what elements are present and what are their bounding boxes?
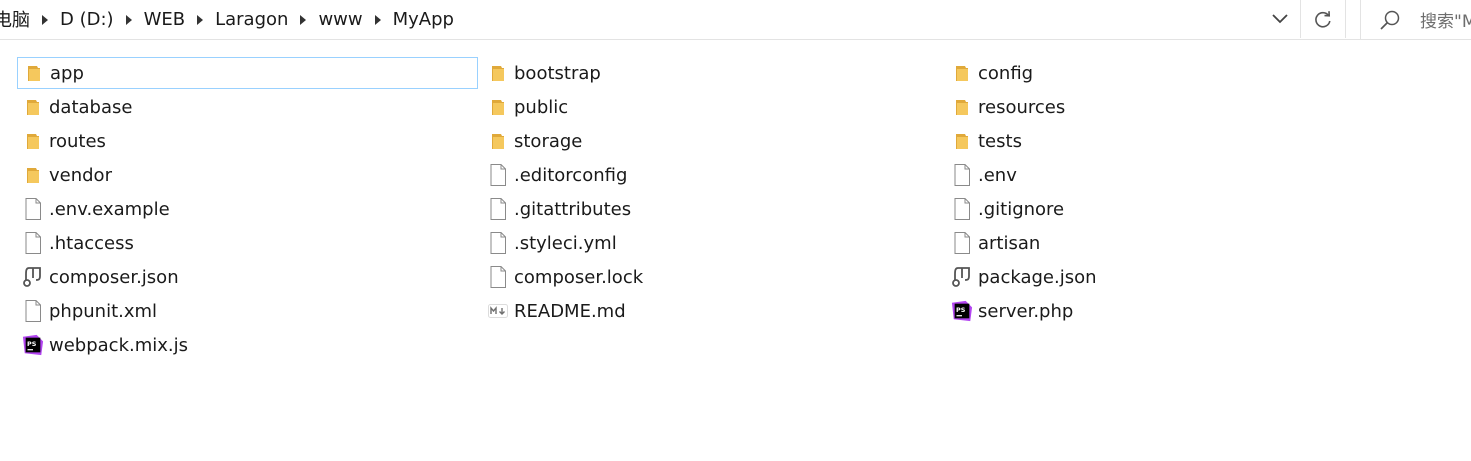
file-name: README.md (514, 300, 626, 322)
file-name: tests (978, 130, 1022, 152)
folder-icon (951, 130, 973, 152)
file-item[interactable]: composer.json (17, 261, 457, 293)
file-item[interactable]: .styleci.yml (482, 227, 922, 259)
folder-icon (22, 164, 44, 186)
file-name: .styleci.yml (514, 232, 617, 254)
refresh-button[interactable] (1300, 0, 1346, 38)
search-box[interactable]: 搜索"M (1360, 0, 1471, 39)
file-name: public (514, 96, 569, 118)
file-item[interactable]: routes (17, 125, 457, 157)
blank-file-icon (487, 266, 509, 288)
breadcrumb-item-web[interactable]: WEB (144, 9, 186, 30)
phpstorm-file-icon: PS (22, 334, 44, 356)
file-name: webpack.mix.js (49, 334, 189, 356)
file-item[interactable]: .env (946, 159, 1386, 191)
file-item[interactable]: resources (946, 91, 1386, 123)
blank-file-icon (487, 232, 509, 254)
file-item[interactable]: .editorconfig (482, 159, 922, 191)
folder-icon (951, 62, 973, 84)
blank-file-icon (487, 198, 509, 220)
folder-icon (22, 130, 44, 152)
blank-file-icon (22, 198, 44, 220)
file-name: phpunit.xml (49, 300, 158, 322)
file-name: composer.lock (514, 266, 644, 288)
file-item[interactable]: vendor (17, 159, 457, 191)
file-name: .env (978, 164, 1017, 186)
file-name: resources (978, 96, 1066, 118)
folder-icon (487, 96, 509, 118)
chevron-right-icon[interactable] (363, 9, 393, 30)
file-name: artisan (978, 232, 1041, 254)
file-item[interactable]: database (17, 91, 457, 123)
address-history-dropdown[interactable] (1260, 0, 1300, 38)
json-file-icon (22, 266, 44, 288)
file-item[interactable]: storage (482, 125, 922, 157)
breadcrumb-item-d-drive[interactable]: D (D:) (60, 9, 114, 30)
refresh-icon (1315, 11, 1331, 28)
chevron-down-icon (1272, 14, 1288, 24)
file-name: vendor (49, 164, 112, 186)
breadcrumb-item-www[interactable]: www (318, 9, 362, 30)
file-name: .env.example (49, 198, 170, 220)
file-item[interactable]: .htaccess (17, 227, 457, 259)
blank-file-icon (951, 164, 973, 186)
blank-file-icon (22, 300, 44, 322)
breadcrumb: 电脑 D (D:) WEB Laragon www MyApp (0, 0, 1298, 38)
file-name: .gitignore (978, 198, 1065, 220)
file-name: config (978, 62, 1034, 84)
file-item[interactable]: config (946, 57, 1386, 89)
file-item[interactable]: PS server.php (946, 295, 1386, 327)
file-name: .editorconfig (514, 164, 628, 186)
svg-text:PS: PS (27, 340, 37, 348)
json-file-icon (951, 266, 973, 288)
file-name: package.json (978, 266, 1097, 288)
file-item[interactable]: artisan (946, 227, 1386, 259)
phpstorm-file-icon: PS (951, 300, 973, 322)
file-name: storage (514, 130, 583, 152)
search-icon (1380, 10, 1400, 30)
breadcrumb-item-computer[interactable]: 电脑 (0, 6, 30, 32)
file-item[interactable]: tests (946, 125, 1386, 157)
file-name: server.php (978, 300, 1074, 322)
file-item[interactable]: .gitignore (946, 193, 1386, 225)
markdown-file-icon (487, 300, 509, 322)
file-name: routes (49, 130, 106, 152)
folder-icon (951, 96, 973, 118)
file-name: database (49, 96, 133, 118)
file-list: app bootstrap config database public res… (0, 40, 1471, 461)
blank-file-icon (22, 232, 44, 254)
chevron-right-icon[interactable] (30, 9, 60, 30)
file-item[interactable]: phpunit.xml (17, 295, 457, 327)
breadcrumb-item-myapp[interactable]: MyApp (393, 9, 454, 30)
file-name: .htaccess (49, 232, 134, 254)
file-name: bootstrap (514, 62, 601, 84)
address-bar: 电脑 D (D:) WEB Laragon www MyApp 搜索"M (0, 0, 1471, 40)
chevron-right-icon[interactable] (288, 9, 318, 30)
chevron-right-icon[interactable] (114, 9, 144, 30)
file-item[interactable]: composer.lock (482, 261, 922, 293)
folder-icon (487, 130, 509, 152)
folder-icon (487, 62, 509, 84)
file-item[interactable]: .gitattributes (482, 193, 922, 225)
file-item[interactable]: package.json (946, 261, 1386, 293)
blank-file-icon (951, 232, 973, 254)
chevron-right-icon[interactable] (185, 9, 215, 30)
svg-text:PS: PS (956, 306, 966, 314)
file-name: app (50, 62, 84, 84)
search-input[interactable]: 搜索"M (1420, 7, 1471, 32)
file-item[interactable]: bootstrap (482, 57, 922, 89)
file-name: composer.json (49, 266, 179, 288)
file-name: .gitattributes (514, 198, 632, 220)
blank-file-icon (487, 164, 509, 186)
file-item[interactable]: .env.example (17, 193, 457, 225)
breadcrumb-item-laragon[interactable]: Laragon (215, 9, 288, 30)
file-item[interactable]: PS webpack.mix.js (17, 329, 457, 361)
file-item[interactable]: public (482, 91, 922, 123)
file-item[interactable]: README.md (482, 295, 922, 327)
blank-file-icon (951, 198, 973, 220)
folder-icon (22, 96, 44, 118)
folder-icon (23, 62, 45, 84)
file-item[interactable]: app (17, 57, 478, 89)
